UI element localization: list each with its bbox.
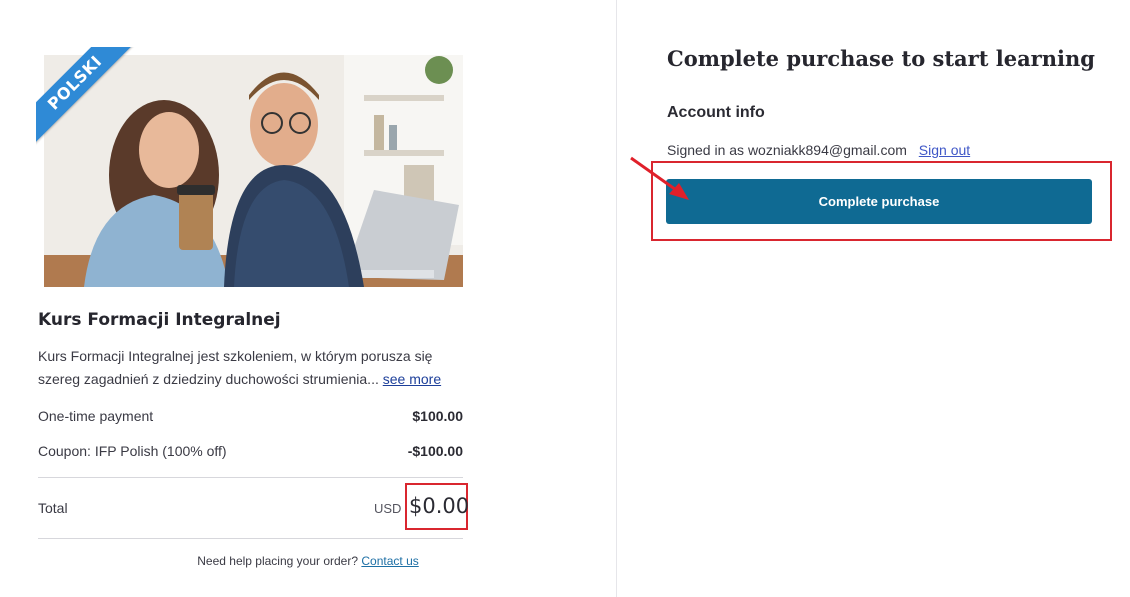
divider-line	[38, 538, 463, 539]
order-summary-pane: POLSKI Kurs Formacji Integralnej Kurs Fo…	[0, 0, 616, 597]
see-more-link[interactable]: see more	[383, 371, 441, 387]
course-description-text: Kurs Formacji Integralnej jest szkolenie…	[38, 348, 433, 387]
sign-out-link[interactable]: Sign out	[919, 142, 970, 158]
checkout-pane: Complete purchase to start learning Acco…	[617, 0, 1130, 597]
course-description: Kurs Formacji Integralnej jest szkolenie…	[38, 345, 468, 391]
payment-label: One-time payment	[38, 408, 154, 424]
coupon-value: -$100.00	[407, 443, 463, 459]
payment-value: $100.00	[412, 408, 463, 424]
language-badge: POLSKI	[36, 47, 136, 146]
total-currency: USD	[374, 501, 402, 516]
total-amount: $0.00	[409, 494, 470, 518]
language-ribbon: POLSKI	[36, 47, 136, 147]
signed-in-label: Signed in as wozniakk894@gmail.com	[667, 142, 907, 158]
payment-row: One-time payment $100.00	[38, 408, 463, 428]
complete-purchase-button[interactable]: Complete purchase	[666, 179, 1092, 224]
divider-line	[38, 477, 463, 478]
help-label: Need help placing your order?	[197, 554, 359, 568]
checkout-headline: Complete purchase to start learning	[667, 46, 1095, 71]
coupon-row: Coupon: IFP Polish (100% off) -$100.00	[38, 443, 463, 463]
course-title: Kurs Formacji Integralnej	[38, 310, 281, 330]
signed-in-text: Signed in as wozniakk894@gmail.com Sign …	[667, 142, 970, 158]
contact-us-link[interactable]: Contact us	[361, 554, 418, 568]
help-text: Need help placing your order? Contact us	[0, 554, 616, 568]
red-arrow-icon	[630, 156, 689, 200]
coupon-label: Coupon: IFP Polish (100% off)	[38, 443, 227, 459]
account-info-title: Account info	[667, 104, 765, 121]
total-label: Total	[38, 500, 68, 516]
